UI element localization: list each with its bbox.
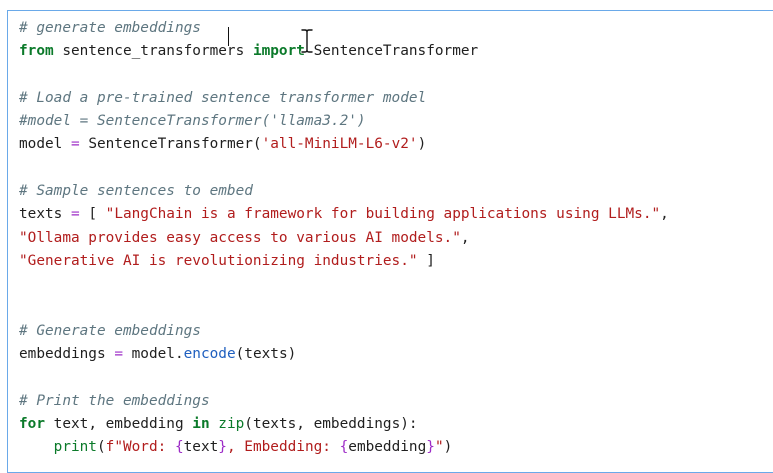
code-line: print(f"Word: {text}, Embedding: {embedd… [19,436,773,459]
code-line: from sentence_transformers import Senten… [19,40,773,63]
code-token: embedding [348,439,427,456]
string-token: "Generative AI is revolutionizing indust… [19,252,418,269]
string-token: , Embedding: [226,439,340,456]
code-token: [ [79,206,106,223]
string-token: 'all-MiniLM-L6-v2' [261,136,418,153]
code-token: texts [19,206,71,223]
code-line: # Generate embeddings [19,320,773,343]
builtin-token: print [53,439,97,456]
comment-token: #model = SentenceTransformer('llama3.2') [19,113,366,130]
keyword-token: for [19,416,45,433]
code-line: model = SentenceTransformer('all-MiniLM-… [19,133,773,156]
code-token: SentenceTransformer( [79,136,262,153]
operator-token: } [426,439,435,456]
code-token: ( [96,439,106,456]
text-caret [228,27,229,46]
code-token: , [460,229,470,246]
code-token: (texts) [235,346,297,363]
code-line: texts = [ "LangChain is a framework for … [19,203,773,226]
string-token: "Ollama provides easy access to various … [19,229,461,246]
code-token: (texts, embeddings): [244,416,418,433]
code-token: ] [417,252,435,269]
i-beam-cursor-icon [300,28,314,54]
code-line: # Load a pre-trained sentence transforme… [19,87,773,110]
keyword-token: in [192,416,210,433]
keyword-token: import [252,43,305,60]
string-token: " [434,439,444,456]
method-token: encode [183,346,236,363]
code-line: #model = SentenceTransformer('llama3.2') [19,110,773,133]
string-token: f"Word: [105,439,175,456]
operator-token: } [218,439,227,456]
comment-token: # Sample sentences to embed [19,183,253,200]
code-token: model. [122,346,184,363]
operator-token: { [174,439,184,456]
code-editor[interactable]: # generate embeddings from sentence_trans… [19,17,773,460]
code-line: # Print the embeddings [19,390,773,413]
code-token: embeddings [19,346,115,363]
code-token: sentence_transformers [53,43,253,60]
keyword-token: from [19,43,54,60]
code-token: , [660,206,669,223]
code-line: # Sample sentences to embed [19,180,773,203]
comment-token: # Load a pre-trained sentence transforme… [19,89,427,106]
code-token: ) [443,439,453,456]
operator-token: { [339,439,349,456]
code-line: for text, embedding in zip(texts, embedd… [19,413,773,436]
operator-token: = [70,136,80,153]
code-token: text, embedding [45,416,193,433]
code-line: "Ollama provides easy access to various … [19,227,773,250]
code-line: embeddings = model.encode(texts) [19,343,773,366]
comment-token: # generate embeddings [19,20,201,36]
code-token: model [19,136,71,153]
code-token: SentenceTransformer [304,43,479,60]
code-cell[interactable]: # generate embeddings from sentence_trans… [7,10,773,473]
comment-token: # Print the embeddings [19,392,210,409]
comment-token: # Generate embeddings [19,322,201,339]
code-line: "Generative AI is revolutionizing indust… [19,250,773,273]
operator-token: = [70,206,80,223]
code-token: ) [417,136,427,153]
builtin-token: zip [218,416,245,433]
string-token: "LangChain is a framework for building a… [105,206,661,223]
operator-token: = [114,346,123,363]
code-line: # generate embeddings [19,17,773,40]
code-token: text [183,439,219,456]
